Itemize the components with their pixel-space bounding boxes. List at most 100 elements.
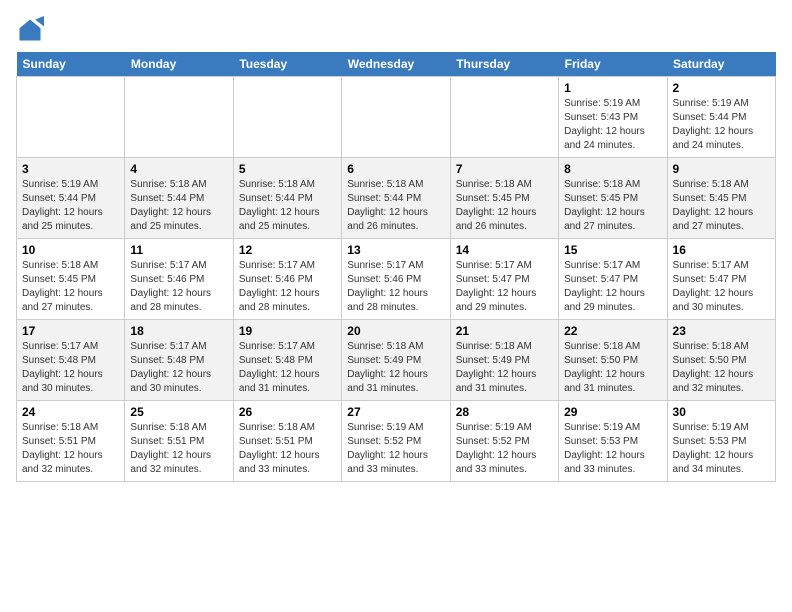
day-info: Sunrise: 5:19 AM Sunset: 5:53 PM Dayligh… [673,421,770,477]
calendar-table: SundayMondayTuesdayWednesdayThursdayFrid… [16,52,776,482]
weekday-header: Tuesday [233,52,341,77]
weekday-header: Saturday [667,52,775,77]
day-info: Sunrise: 5:17 AM Sunset: 5:47 PM Dayligh… [673,259,770,315]
day-number: 19 [239,324,336,338]
day-number: 4 [130,162,227,176]
calendar-cell: 16 Sunrise: 5:17 AM Sunset: 5:47 PM Dayli… [667,239,775,320]
day-info: Sunrise: 5:18 AM Sunset: 5:50 PM Dayligh… [673,340,770,396]
calendar-cell: 8 Sunrise: 5:18 AM Sunset: 5:45 PM Daylig… [559,158,667,239]
day-info: Sunrise: 5:18 AM Sunset: 5:51 PM Dayligh… [22,421,119,477]
calendar-cell: 29 Sunrise: 5:19 AM Sunset: 5:53 PM Dayli… [559,401,667,482]
day-info: Sunrise: 5:17 AM Sunset: 5:47 PM Dayligh… [564,259,661,315]
day-info: Sunrise: 5:19 AM Sunset: 5:44 PM Dayligh… [673,97,770,153]
day-info: Sunrise: 5:18 AM Sunset: 5:49 PM Dayligh… [456,340,553,396]
day-number: 25 [130,405,227,419]
day-number: 17 [22,324,119,338]
day-number: 6 [347,162,444,176]
calendar-cell: 1 Sunrise: 5:19 AM Sunset: 5:43 PM Daylig… [559,77,667,158]
day-number: 27 [347,405,444,419]
calendar-cell: 19 Sunrise: 5:17 AM Sunset: 5:48 PM Dayli… [233,320,341,401]
day-info: Sunrise: 5:18 AM Sunset: 5:44 PM Dayligh… [130,178,227,234]
day-info: Sunrise: 5:18 AM Sunset: 5:51 PM Dayligh… [130,421,227,477]
calendar-cell: 3 Sunrise: 5:19 AM Sunset: 5:44 PM Daylig… [17,158,125,239]
calendar-cell: 25 Sunrise: 5:18 AM Sunset: 5:51 PM Dayli… [125,401,233,482]
day-number: 21 [456,324,553,338]
calendar-cell: 6 Sunrise: 5:18 AM Sunset: 5:44 PM Daylig… [342,158,450,239]
calendar-cell: 4 Sunrise: 5:18 AM Sunset: 5:44 PM Daylig… [125,158,233,239]
calendar-cell: 7 Sunrise: 5:18 AM Sunset: 5:45 PM Daylig… [450,158,558,239]
weekday-header: Sunday [17,52,125,77]
weekday-header: Thursday [450,52,558,77]
day-info: Sunrise: 5:18 AM Sunset: 5:49 PM Dayligh… [347,340,444,396]
day-number: 20 [347,324,444,338]
calendar-cell: 11 Sunrise: 5:17 AM Sunset: 5:46 PM Dayli… [125,239,233,320]
logo [16,16,48,44]
calendar-cell: 18Sunrise: 5:17 AM Sunset: 5:48 PM Dayli… [125,320,233,401]
day-info: Sunrise: 5:17 AM Sunset: 5:48 PM Dayligh… [22,340,119,396]
day-info: Sunrise: 5:17 AM Sunset: 5:48 PM Dayligh… [239,340,336,396]
day-info: Sunrise: 5:19 AM Sunset: 5:52 PM Dayligh… [347,421,444,477]
calendar-cell [17,77,125,158]
calendar-cell [233,77,341,158]
day-number: 2 [673,81,770,95]
day-number: 28 [456,405,553,419]
day-number: 11 [130,243,227,257]
day-number: 8 [564,162,661,176]
day-number: 14 [456,243,553,257]
weekday-header: Monday [125,52,233,77]
day-number: 3 [22,162,119,176]
day-number: 16 [673,243,770,257]
calendar-cell: 14 Sunrise: 5:17 AM Sunset: 5:47 PM Dayli… [450,239,558,320]
day-info: Sunrise: 5:17 AM Sunset: 5:46 PM Dayligh… [347,259,444,315]
calendar-cell: 28 Sunrise: 5:19 AM Sunset: 5:52 PM Dayli… [450,401,558,482]
calendar-cell: 17 Sunrise: 5:17 AM Sunset: 5:48 PM Dayli… [17,320,125,401]
day-info: Sunrise: 5:18 AM Sunset: 5:45 PM Dayligh… [673,178,770,234]
day-info: Sunrise: 5:18 AM Sunset: 5:45 PM Dayligh… [22,259,119,315]
day-number: 5 [239,162,336,176]
day-info: Sunrise: 5:17 AM Sunset: 5:47 PM Dayligh… [456,259,553,315]
day-info: Sunrise: 5:18 AM Sunset: 5:44 PM Dayligh… [347,178,444,234]
day-number: 26 [239,405,336,419]
calendar-cell [450,77,558,158]
day-info: Sunrise: 5:18 AM Sunset: 5:50 PM Dayligh… [564,340,661,396]
calendar-cell [125,77,233,158]
day-info: Sunrise: 5:19 AM Sunset: 5:52 PM Dayligh… [456,421,553,477]
day-info: Sunrise: 5:18 AM Sunset: 5:51 PM Dayligh… [239,421,336,477]
calendar-cell: 27 Sunrise: 5:19 AM Sunset: 5:52 PM Dayli… [342,401,450,482]
day-number: 13 [347,243,444,257]
calendar-cell: 22 Sunrise: 5:18 AM Sunset: 5:50 PM Dayli… [559,320,667,401]
day-number: 12 [239,243,336,257]
calendar-cell: 13 Sunrise: 5:17 AM Sunset: 5:46 PM Dayli… [342,239,450,320]
day-number: 18 [130,324,227,338]
day-info: Sunrise: 5:17 AM Sunset: 5:46 PM Dayligh… [130,259,227,315]
day-number: 7 [456,162,553,176]
weekday-header: Friday [559,52,667,77]
calendar-cell: 24 Sunrise: 5:18 AM Sunset: 5:51 PM Dayli… [17,401,125,482]
calendar-cell: 12 Sunrise: 5:17 AM Sunset: 5:46 PM Dayli… [233,239,341,320]
page-header [16,16,776,44]
day-info: Sunrise: 5:19 AM Sunset: 5:53 PM Dayligh… [564,421,661,477]
day-number: 10 [22,243,119,257]
day-info: Sunrise: 5:19 AM Sunset: 5:44 PM Dayligh… [22,178,119,234]
calendar-cell: 9Sunrise: 5:18 AM Sunset: 5:45 PM Daylig… [667,158,775,239]
calendar-cell: 23 Sunrise: 5:18 AM Sunset: 5:50 PM Dayli… [667,320,775,401]
day-info: Sunrise: 5:17 AM Sunset: 5:46 PM Dayligh… [239,259,336,315]
day-number: 23 [673,324,770,338]
day-number: 29 [564,405,661,419]
day-number: 24 [22,405,119,419]
calendar-cell [342,77,450,158]
calendar-cell: 30 Sunrise: 5:19 AM Sunset: 5:53 PM Dayli… [667,401,775,482]
logo-icon [16,16,44,44]
calendar-cell: 2 Sunrise: 5:19 AM Sunset: 5:44 PM Daylig… [667,77,775,158]
day-number: 22 [564,324,661,338]
day-info: Sunrise: 5:18 AM Sunset: 5:45 PM Dayligh… [456,178,553,234]
calendar-cell: 10 Sunrise: 5:18 AM Sunset: 5:45 PM Dayli… [17,239,125,320]
calendar-cell: 26 Sunrise: 5:18 AM Sunset: 5:51 PM Dayli… [233,401,341,482]
calendar-cell: 21 Sunrise: 5:18 AM Sunset: 5:49 PM Dayli… [450,320,558,401]
day-number: 30 [673,405,770,419]
day-number: 1 [564,81,661,95]
day-number: 15 [564,243,661,257]
day-info: Sunrise: 5:18 AM Sunset: 5:45 PM Dayligh… [564,178,661,234]
calendar-cell: 15 Sunrise: 5:17 AM Sunset: 5:47 PM Dayli… [559,239,667,320]
day-info: Sunrise: 5:19 AM Sunset: 5:43 PM Dayligh… [564,97,661,153]
